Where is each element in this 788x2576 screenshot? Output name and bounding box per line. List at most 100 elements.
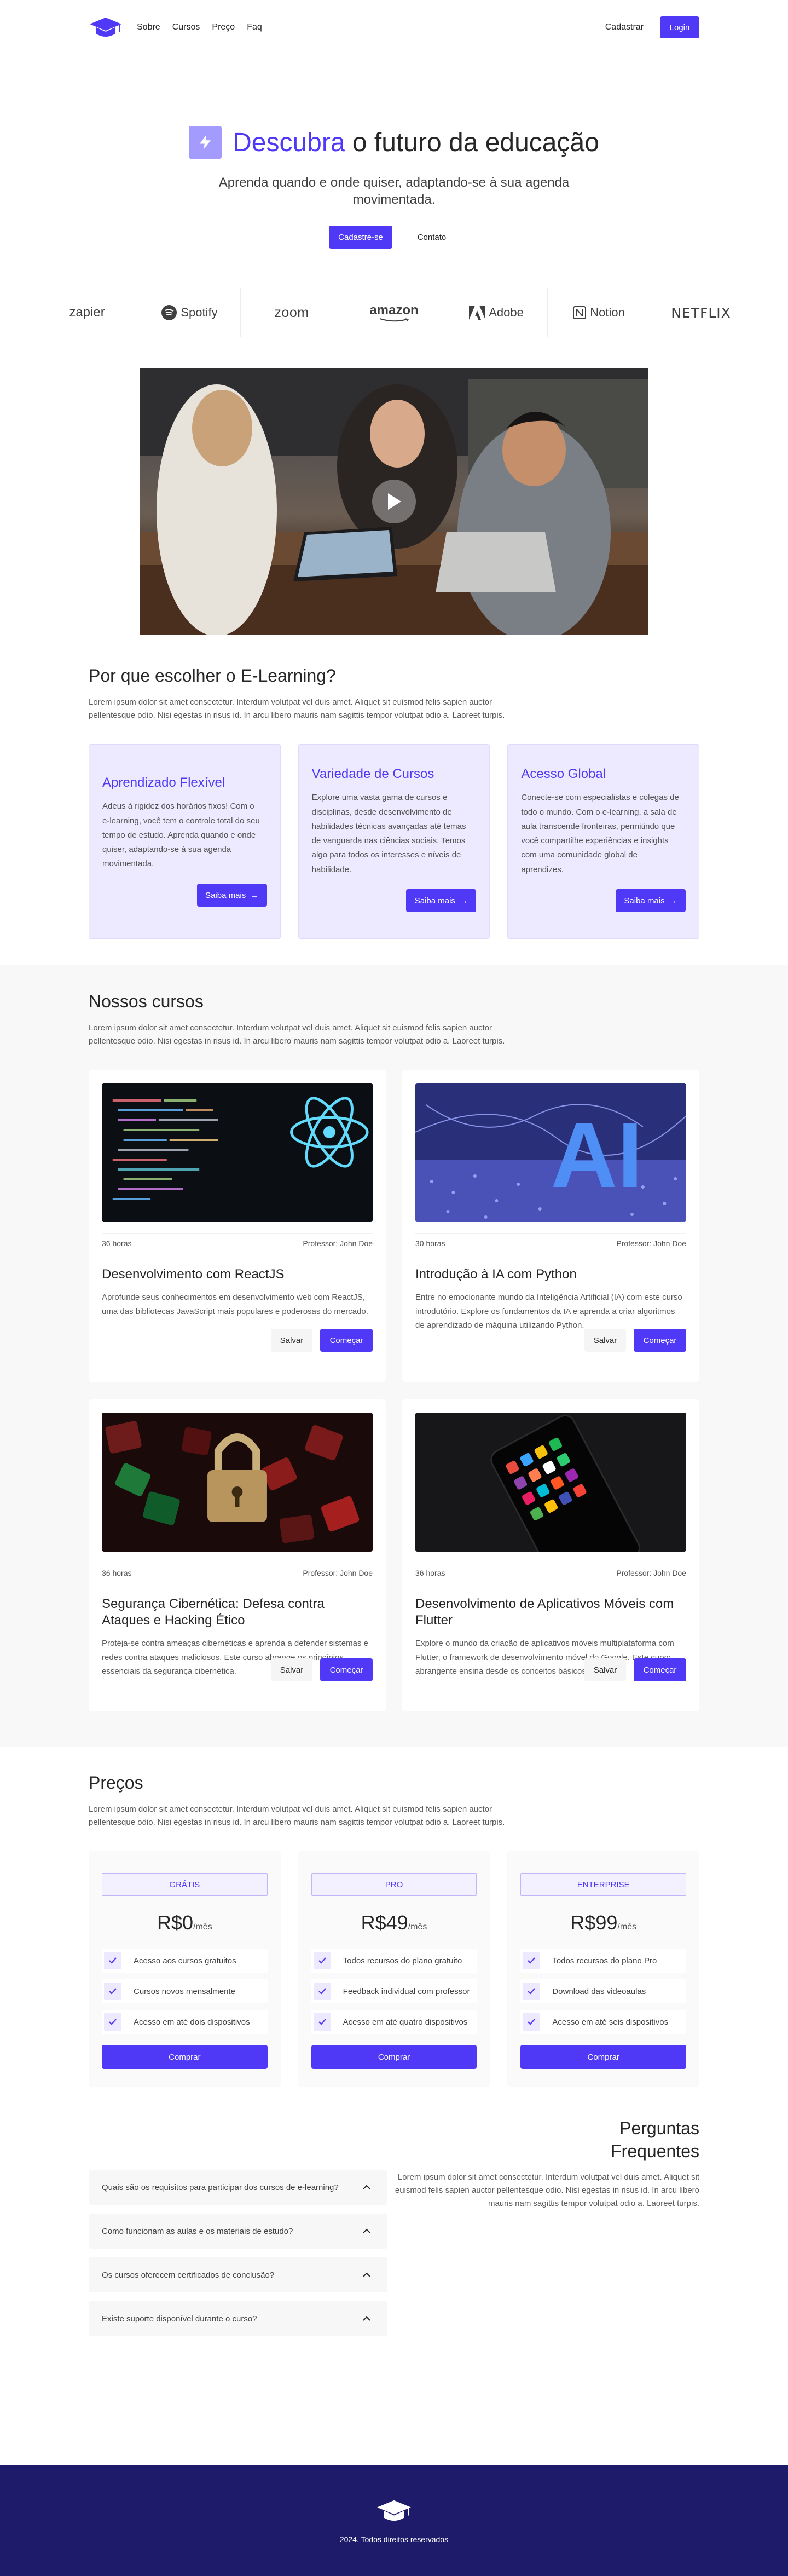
arrow-right-icon: →: [250, 890, 259, 900]
zoom-logo-text: zoom: [274, 304, 309, 320]
nav-link-cursos[interactable]: Cursos: [172, 22, 200, 32]
check-icon: [523, 1952, 541, 1970]
faq-item[interactable]: Os cursos oferecem certificados de concl…: [89, 2257, 387, 2293]
save-button[interactable]: Salvar: [271, 1658, 312, 1682]
save-button[interactable]: Salvar: [584, 1329, 626, 1352]
notion-logo-text: Notion: [590, 306, 625, 320]
faq-description: Lorem ipsum dolor sit amet consectetur. …: [395, 2172, 699, 2208]
course-teacher: Professor: John Doe: [303, 1569, 373, 1578]
plan-feature-label: Download das videoaulas: [552, 1986, 646, 1996]
learn-more-button[interactable]: Saiba mais →: [406, 889, 477, 913]
buy-button[interactable]: Comprar: [311, 2045, 477, 2070]
check-icon: [104, 1952, 121, 1970]
course-image-react: [102, 1083, 373, 1223]
start-button[interactable]: Começar: [634, 1658, 686, 1682]
learn-more-label: Saiba mais: [624, 896, 665, 906]
hero-section: Descubra o futuro da educação Aprenda qu…: [0, 55, 788, 249]
course-card-flutter: 36 horas Professor: John Doe Desenvolvim…: [402, 1399, 699, 1712]
plan-feature-item: Acesso em até dois dispositivos: [102, 2010, 268, 2035]
check-icon: [104, 2013, 121, 2031]
faq-section: Perguntas Frequentes Lorem ipsum dolor si…: [89, 2117, 699, 2380]
signup-button[interactable]: Cadastre-se: [329, 226, 392, 249]
pricing-title: Preços: [89, 1773, 143, 1793]
faq-item[interactable]: Quais são os requisitos para participar …: [89, 2170, 387, 2205]
graduation-cap-footer-icon: [377, 2500, 411, 2521]
nav-links: Sobre Cursos Preço Faq: [137, 22, 262, 32]
course-grid: 36 horas Professor: John Doe Desenvolvim…: [89, 1070, 699, 1712]
course-card-ai: AI 30 horas Professor: John Doe Introduç…: [402, 1070, 699, 1382]
hero-heading: Descubra o futuro da educação: [233, 128, 599, 158]
start-button[interactable]: Começar: [634, 1329, 686, 1352]
buy-button[interactable]: Comprar: [520, 2045, 687, 2070]
course-teacher: Professor: John Doe: [616, 1239, 686, 1248]
plan-feature-item: Todos recursos do plano Pro: [520, 1949, 687, 1973]
nav-link-sobre[interactable]: Sobre: [137, 22, 160, 32]
plan-price-period: /mês: [193, 1922, 212, 1932]
faq-item[interactable]: Como funcionam as aulas e os materiais d…: [89, 2214, 387, 2249]
plan-feature-label: Acesso aos cursos gratuitos: [134, 1956, 236, 1966]
plan-feature-label: Acesso em até quatro dispositivos: [343, 2017, 468, 2027]
plan-feature-label: Acesso em até dois dispositivos: [134, 2017, 250, 2027]
contact-button[interactable]: Contato: [404, 226, 459, 249]
promo-video[interactable]: [140, 368, 648, 636]
notion-logo: Notion: [548, 288, 650, 338]
plan-feature-item: Todos recursos do plano gratuito: [311, 1949, 477, 1973]
feature-text: Adeus à rigidez dos horários fixos! Com …: [102, 802, 260, 869]
footer: 2024. Todos direitos reservados: [0, 2465, 788, 2576]
feature-grid: Aprendizado Flexível Adeus à rigidez dos…: [89, 744, 700, 940]
feature-card-variety: Variedade de Cursos Explore uma vasta ga…: [298, 744, 490, 940]
nav-link-preco[interactable]: Preço: [212, 22, 235, 32]
learn-more-label: Saiba mais: [205, 890, 246, 900]
plan-price: R$49/mês: [311, 1911, 477, 1934]
buy-button[interactable]: Comprar: [102, 2045, 268, 2070]
plan-features: Todos recursos do plano gratuito Feedbac…: [311, 1949, 477, 2035]
course-actions: Salvar Começar: [271, 1658, 373, 1682]
zoom-logo: zoom: [241, 288, 343, 338]
play-button[interactable]: [372, 480, 416, 524]
brand-logos: zapier Spotify zoom amazon Adobe Notion …: [36, 288, 752, 338]
notion-icon: [573, 306, 587, 320]
learn-more-button[interactable]: Saiba mais →: [616, 889, 686, 913]
save-button[interactable]: Salvar: [271, 1329, 312, 1352]
graduation-cap-logo-icon[interactable]: [89, 14, 123, 41]
course-teacher: Professor: John Doe: [303, 1239, 373, 1248]
netflix-logo: NETFLIX: [650, 288, 752, 337]
course-duration: 36 horas: [102, 1239, 132, 1248]
plan-feature-item: Cursos novos mensalmente: [102, 1979, 268, 2004]
why-description: Lorem ipsum dolor sit amet consectetur. …: [89, 698, 505, 721]
plan-feature-label: Todos recursos do plano Pro: [552, 1956, 657, 1966]
check-icon: [523, 1983, 541, 2001]
plan-feature-label: Todos recursos do plano gratuito: [343, 1956, 462, 1966]
save-button[interactable]: Salvar: [584, 1658, 626, 1682]
course-image-security: [102, 1413, 373, 1552]
plan-feature-label: Cursos novos mensalmente: [134, 1986, 235, 1996]
adobe-logo-text: Adobe: [489, 306, 524, 320]
faq-item[interactable]: Existe suporte disponível durante o curs…: [89, 2301, 387, 2337]
amazon-smile-icon: [379, 318, 409, 322]
why-section: Por que escolher o E-Learning? Lorem ips…: [89, 666, 700, 940]
learn-more-button[interactable]: Saiba mais →: [196, 884, 267, 907]
netflix-logo-text: NETFLIX: [671, 304, 731, 321]
course-text: Entre no emocionante mundo da Inteligênc…: [415, 1293, 682, 1330]
course-text: Aprofunde seus conhecimentos em desenvol…: [102, 1293, 368, 1316]
arrow-right-icon: →: [669, 896, 677, 906]
faq-list: Quais são os requisitos para participar …: [89, 2170, 387, 2345]
nav-left: Sobre Cursos Preço Faq: [89, 14, 262, 41]
adobe-logo: Adobe: [445, 288, 548, 338]
login-button[interactable]: Login: [660, 16, 699, 38]
start-button[interactable]: Começar: [320, 1658, 373, 1682]
plan-feature-item: Download das videoaulas: [520, 1979, 687, 2004]
chevron-up-icon: [363, 2228, 370, 2234]
feature-card-flexible: Aprendizado Flexível Adeus à rigidez dos…: [89, 744, 281, 940]
spotify-logo: Spotify: [138, 288, 241, 338]
feature-card-global: Acesso Global Conecte-se com especialist…: [507, 744, 700, 940]
nav-link-faq[interactable]: Faq: [247, 22, 262, 32]
register-link[interactable]: Cadastrar: [605, 22, 644, 32]
course-card-security: 36 horas Professor: John Doe Segurança C…: [89, 1399, 386, 1712]
lightning-bolt-icon: [189, 126, 222, 159]
hero-actions: Cadastre-se Contato: [0, 226, 788, 249]
plan-price-value: R$99: [570, 1911, 618, 1934]
start-button[interactable]: Começar: [320, 1329, 373, 1352]
course-actions: Salvar Começar: [584, 1658, 686, 1682]
courses-section: Nossos cursos Lorem ipsum dolor sit amet…: [0, 965, 788, 1747]
